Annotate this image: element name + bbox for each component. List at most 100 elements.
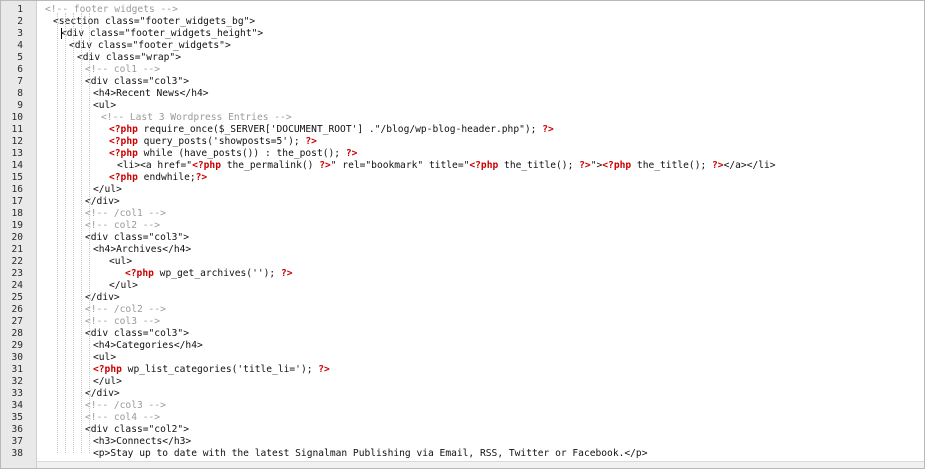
code-token: the_title();: [498, 160, 580, 171]
line-number: 27: [11, 316, 23, 327]
code-line[interactable]: <div class="col3">: [45, 76, 776, 88]
line-number: 38: [11, 448, 23, 459]
code-line[interactable]: </div>: [45, 388, 776, 400]
code-line[interactable]: <p>Stay up to date with the latest Signa…: [45, 448, 776, 460]
php-tag: ?>: [319, 160, 331, 171]
line-number: 7: [17, 76, 23, 87]
line-number: 15: [11, 172, 23, 183]
code-editor[interactable]: 1 2 3 4 5 6 7 8 9 10 11 12 13 14 15 16 17 18 19 20 21 22 23 24 2…: [0, 0, 925, 469]
code-line[interactable]: <?php wp_list_categories('title_li='); ?…: [45, 364, 776, 376]
line-number: 24: [11, 280, 23, 291]
code-line[interactable]: <!-- /col2 -->: [45, 304, 776, 316]
code-lines[interactable]: <!-- footer widgets --> <section class="f…: [45, 4, 776, 460]
code-line[interactable]: <h4>Categories</h4>: [45, 340, 776, 352]
code-token: </div>: [85, 196, 120, 207]
code-line[interactable]: <ul>: [45, 352, 776, 364]
code-line[interactable]: </ul>: [45, 280, 776, 292]
code-line[interactable]: <div class="wrap">: [45, 52, 776, 64]
code-line[interactable]: <h4>Recent News</h4>: [45, 88, 776, 100]
code-line[interactable]: <section class="footer_widgets_bg">: [45, 16, 776, 28]
line-number: 3: [17, 28, 23, 39]
code-token: <ul>: [93, 100, 117, 111]
line-number: 21: [11, 244, 23, 255]
code-token: <div class="col2">: [85, 424, 189, 435]
code-token: </a></li>: [723, 160, 776, 171]
code-token: the_title();: [631, 160, 713, 171]
code-token: ">: [590, 160, 603, 171]
code-line[interactable]: </ul>: [45, 184, 776, 196]
code-line[interactable]: <div class="footer_widgets_height">: [45, 28, 776, 40]
line-number-gutter: 1 2 3 4 5 6 7 8 9 10 11 12 13 14 15 16 17 18 19 20 21 22 23 24 2…: [1, 1, 37, 468]
line-number: 8: [17, 88, 23, 99]
indent-guide: [89, 13, 90, 453]
horizontal-scrollbar[interactable]: [37, 461, 924, 468]
code-token: <ul>: [93, 352, 117, 363]
code-line[interactable]: <div class="footer_widgets">: [45, 40, 776, 52]
line-number: 18: [11, 208, 23, 219]
code-area[interactable]: <!-- footer widgets --> <section class="f…: [37, 1, 924, 462]
line-number: 5: [17, 52, 23, 63]
code-token: the_permalink(): [220, 160, 320, 171]
line-number: 10: [11, 112, 23, 123]
code-token: <h4>Categories</h4>: [93, 340, 203, 351]
line-number: 36: [11, 424, 23, 435]
code-token: <div class="col3">: [85, 76, 189, 87]
code-line[interactable]: <!-- footer widgets -->: [45, 4, 776, 16]
code-token: <div class="footer_widgets_height">: [61, 28, 264, 39]
code-line[interactable]: </div>: [45, 196, 776, 208]
php-tag: <?php: [109, 124, 138, 135]
code-comment: <!-- /col3 -->: [85, 400, 166, 411]
code-token: </div>: [85, 292, 120, 303]
code-line[interactable]: <h4>Archives</h4>: [45, 244, 776, 256]
code-line[interactable]: <div class="col3">: [45, 232, 776, 244]
code-line[interactable]: <?php endwhile;?>: [45, 172, 776, 184]
line-number: 16: [11, 184, 23, 195]
code-line[interactable]: <!-- Last 3 Wordpress Entries -->: [45, 112, 776, 124]
php-tag: ?>: [318, 364, 330, 375]
code-line[interactable]: <?php query_posts('showposts=5'); ?>: [45, 136, 776, 148]
code-token: <section class="footer_widgets_bg">: [53, 16, 256, 27]
code-comment: <!-- Last 3 Wordpress Entries -->: [101, 112, 292, 123]
code-comment: <!-- col2 -->: [85, 220, 161, 231]
code-token: <div class="wrap">: [77, 52, 181, 63]
indent-guide: [57, 13, 58, 453]
line-number: 25: [11, 292, 23, 303]
code-line[interactable]: <!-- col3 -->: [45, 316, 776, 328]
code-token: <h4>Archives</h4>: [93, 244, 192, 255]
code-token: <ul>: [109, 256, 133, 267]
php-tag: ?>: [712, 160, 724, 171]
code-line[interactable]: </ul>: [45, 376, 776, 388]
code-line[interactable]: <!-- /col3 -->: [45, 400, 776, 412]
code-line[interactable]: <ul>: [45, 256, 776, 268]
code-line[interactable]: <li><a href="<?php the_permalink() ?>" r…: [45, 160, 776, 172]
line-number: 23: [11, 268, 23, 279]
code-line[interactable]: <ul>: [45, 100, 776, 112]
code-line[interactable]: <h3>Connects</h3>: [45, 436, 776, 448]
php-tag: <?php: [192, 160, 221, 171]
code-comment: <!-- /col2 -->: [85, 304, 166, 315]
code-line[interactable]: <?php wp_get_archives(''); ?>: [45, 268, 776, 280]
code-token: <p>Stay up to date with the latest Signa…: [93, 448, 648, 459]
code-line[interactable]: </div>: [45, 292, 776, 304]
code-line[interactable]: <div class="col2">: [45, 424, 776, 436]
code-token: <div class="footer_widgets">: [69, 40, 231, 51]
code-line[interactable]: <!-- col4 -->: [45, 412, 776, 424]
code-token: " rel="bookmark" title=": [330, 160, 470, 171]
php-tag: <?php: [469, 160, 499, 171]
code-line[interactable]: <div class="col3">: [45, 328, 776, 340]
line-number: 17: [11, 196, 23, 207]
php-tag: ?>: [305, 136, 317, 147]
php-tag: ?>: [280, 268, 293, 279]
line-numbers: 1 2 3 4 5 6 7 8 9 10 11 12 13 14 15 16 17 18 19 20 21 22 23 24 2…: [1, 4, 23, 460]
line-number: 34: [11, 400, 23, 411]
line-number: 6: [17, 64, 23, 75]
code-token: </ul>: [93, 376, 122, 387]
code-line[interactable]: <!-- /col1 -->: [45, 208, 776, 220]
code-line[interactable]: <!-- col2 -->: [45, 220, 776, 232]
code-line[interactable]: <!-- col1 -->: [45, 64, 776, 76]
line-number: 11: [11, 124, 23, 135]
code-line[interactable]: <?php while (have_posts()) : the_post();…: [45, 148, 776, 160]
code-token: <h4>Recent News</h4>: [93, 88, 209, 99]
line-number: 35: [11, 412, 23, 423]
code-line[interactable]: <?php require_once($_SERVER['DOCUMENT_RO…: [45, 124, 776, 136]
